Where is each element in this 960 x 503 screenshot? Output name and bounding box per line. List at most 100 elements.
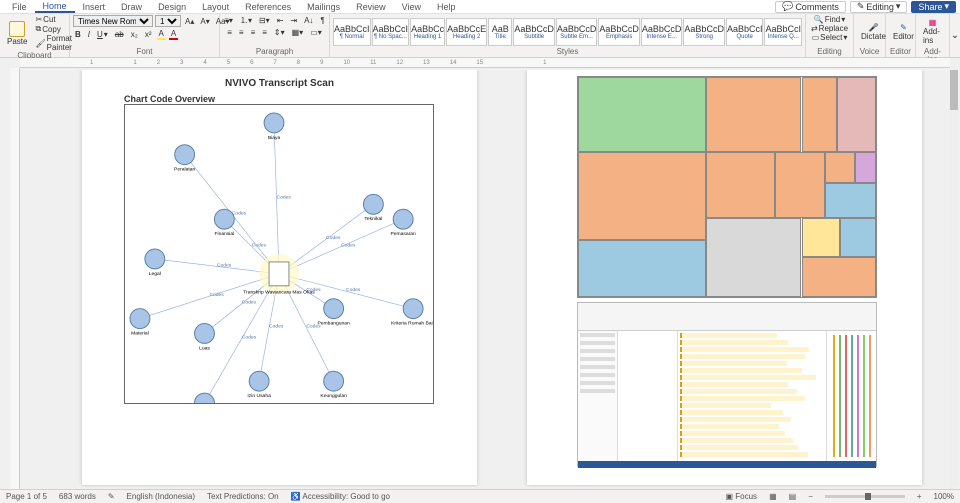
svg-text:Kriteria Rumah Baik: Kriteria Rumah Baik bbox=[391, 321, 433, 327]
zoom-in-button[interactable]: + bbox=[917, 492, 922, 501]
dictate-button[interactable]: 🎤Dictate bbox=[857, 22, 890, 42]
web-layout-button[interactable]: ▤ bbox=[789, 492, 797, 501]
editor-button[interactable]: ✎Editor bbox=[889, 22, 918, 42]
tab-review[interactable]: Review bbox=[348, 2, 394, 12]
zoom-out-button[interactable]: − bbox=[808, 492, 813, 501]
style--normal[interactable]: AaBbCcI¶ Normal bbox=[333, 18, 371, 46]
multilevel-button[interactable]: ⊟▾ bbox=[257, 15, 272, 26]
word-count[interactable]: 683 words bbox=[59, 492, 96, 501]
svg-text:Keunggulan: Keunggulan bbox=[320, 393, 347, 399]
accessibility-status[interactable]: ♿ Accessibility: Good to go bbox=[291, 492, 390, 501]
tab-insert[interactable]: Insert bbox=[75, 2, 114, 12]
focus-mode-button[interactable]: ▣ Focus bbox=[725, 492, 757, 501]
svg-text:Codes: Codes bbox=[242, 334, 257, 340]
replace-button[interactable]: ⇄ Replace bbox=[809, 24, 850, 33]
style-subtitle[interactable]: AaBbCcDSubtitle bbox=[513, 18, 555, 46]
text-predictions[interactable]: Text Predictions: On bbox=[207, 492, 279, 501]
ribbon-collapse-button[interactable]: ⌄ bbox=[950, 14, 960, 57]
style-strong[interactable]: AaBbCcDStrong bbox=[683, 18, 725, 46]
style-heading-1[interactable]: AaBbCcHeading 1 bbox=[410, 18, 445, 46]
zoom-level[interactable]: 100% bbox=[934, 492, 954, 501]
copy-button[interactable]: ⧉ Copy bbox=[33, 24, 74, 34]
document-workspace: 11234567891011121314151 NVIVO Transcript… bbox=[0, 58, 960, 489]
page-1[interactable]: NVIVO Transcript Scan Chart Code Overvie… bbox=[82, 70, 477, 485]
treemap-chart bbox=[577, 76, 877, 298]
status-bar: Page 1 of 5 683 words ✎ English (Indones… bbox=[0, 489, 960, 503]
highlight-button[interactable]: A bbox=[157, 29, 166, 40]
comments-button[interactable]: 💬 Comments bbox=[775, 1, 846, 13]
style-intense-q-[interactable]: AaBbCcIIntense Q... bbox=[764, 18, 802, 46]
tab-mailings[interactable]: Mailings bbox=[299, 2, 348, 12]
page-indicator[interactable]: Page 1 of 5 bbox=[6, 492, 47, 501]
zoom-slider[interactable] bbox=[825, 495, 905, 498]
font-color-button[interactable]: A bbox=[169, 29, 178, 40]
share-button[interactable]: Share ▾ bbox=[911, 1, 956, 13]
style-title[interactable]: AaBTitle bbox=[488, 18, 512, 46]
select-button[interactable]: ▭ Select ▾ bbox=[810, 33, 850, 42]
tab-design[interactable]: Design bbox=[150, 2, 194, 12]
find-button[interactable]: 🔍 Find ▾ bbox=[812, 15, 848, 24]
increase-indent-button[interactable]: ⇥ bbox=[288, 15, 299, 26]
addins-button[interactable]: ▦Add-ins bbox=[919, 17, 946, 46]
bullets-button[interactable]: ≡▾ bbox=[222, 15, 235, 26]
tab-file[interactable]: File bbox=[4, 2, 35, 12]
style--no-spac-[interactable]: AaBbCcI¶ No Spac... bbox=[372, 18, 410, 46]
show-marks-button[interactable]: ¶ bbox=[318, 15, 326, 26]
decrease-indent-button[interactable]: ⇤ bbox=[275, 15, 286, 26]
tab-home[interactable]: Home bbox=[35, 1, 75, 13]
svg-text:Codes: Codes bbox=[326, 235, 341, 241]
svg-text:Peralatan: Peralatan bbox=[174, 167, 195, 173]
chart-code-overview: CodesCodesCodesCodesCodesCodesCodesCodes… bbox=[124, 104, 434, 404]
style-quote[interactable]: AaBbCcIQuote bbox=[726, 18, 764, 46]
shading-button[interactable]: ▦▾ bbox=[290, 28, 306, 37]
treemap-cell bbox=[706, 77, 801, 152]
tab-layout[interactable]: Layout bbox=[194, 2, 237, 12]
svg-text:Pembangunan: Pembangunan bbox=[318, 321, 350, 327]
strike-button[interactable]: ab bbox=[113, 29, 126, 40]
style-heading-2[interactable]: AaBbCcEHeading 2 bbox=[446, 18, 487, 46]
print-layout-button[interactable]: ▦ bbox=[769, 492, 777, 501]
tab-draw[interactable]: Draw bbox=[113, 2, 150, 12]
svg-text:Codes: Codes bbox=[277, 194, 292, 200]
line-spacing-button[interactable]: ⇕▾ bbox=[272, 28, 287, 37]
font-group-label: Font bbox=[73, 48, 216, 56]
align-right-button[interactable]: ≡ bbox=[249, 28, 258, 37]
style-emphasis[interactable]: AaBbCcDEmphasis bbox=[598, 18, 640, 46]
tab-help[interactable]: Help bbox=[429, 2, 464, 12]
treemap-cell bbox=[706, 152, 775, 218]
tab-view[interactable]: View bbox=[394, 2, 429, 12]
paste-button[interactable]: Paste bbox=[3, 20, 31, 47]
align-center-button[interactable]: ≡ bbox=[237, 28, 246, 37]
underline-button[interactable]: U▾ bbox=[95, 29, 110, 40]
editing-mode-button[interactable]: ✎ Editing ▾ bbox=[850, 1, 908, 13]
styles-gallery[interactable]: AaBbCcI¶ NormalAaBbCcI¶ No Spac...AaBbCc… bbox=[333, 15, 802, 48]
italic-button[interactable]: I bbox=[86, 29, 92, 40]
horizontal-ruler[interactable]: 11234567891011121314151 bbox=[20, 58, 950, 68]
tab-references[interactable]: References bbox=[237, 2, 299, 12]
shrink-font-button[interactable]: A▾ bbox=[198, 15, 211, 27]
vertical-ruler[interactable] bbox=[10, 68, 20, 489]
treemap-cell bbox=[775, 152, 826, 218]
superscript-button[interactable]: x² bbox=[143, 29, 154, 40]
spell-check-icon[interactable]: ✎ bbox=[108, 492, 115, 501]
style-subtle-em-[interactable]: AaBbCcDSubtle Em... bbox=[556, 18, 598, 46]
numbering-button[interactable]: ⒈▾ bbox=[238, 15, 254, 26]
grow-font-button[interactable]: A▴ bbox=[183, 15, 196, 27]
treemap-cell bbox=[802, 218, 841, 258]
sort-button[interactable]: A↓ bbox=[302, 15, 315, 26]
editor-group-label: Editor bbox=[889, 48, 912, 56]
page-2[interactable] bbox=[527, 70, 922, 485]
format-painter-button[interactable]: 🖌 Format Painter bbox=[33, 34, 74, 52]
font-name-select[interactable]: Times New Roma bbox=[73, 15, 153, 27]
style-intense-e-[interactable]: AaBbCcDIntense E... bbox=[641, 18, 683, 46]
bold-button[interactable]: B bbox=[73, 29, 83, 40]
borders-button[interactable]: ▭▾ bbox=[308, 28, 324, 37]
subscript-button[interactable]: x₂ bbox=[129, 29, 140, 40]
language-indicator[interactable]: English (Indonesia) bbox=[127, 492, 195, 501]
align-left-button[interactable]: ≡ bbox=[225, 28, 234, 37]
font-size-select[interactable]: 12 bbox=[155, 15, 181, 27]
doc-title: NVIVO Transcript Scan bbox=[82, 78, 477, 89]
vertical-scrollbar[interactable] bbox=[950, 70, 958, 487]
justify-button[interactable]: ≡ bbox=[260, 28, 269, 37]
cut-button[interactable]: ✂ Cut bbox=[33, 15, 74, 24]
